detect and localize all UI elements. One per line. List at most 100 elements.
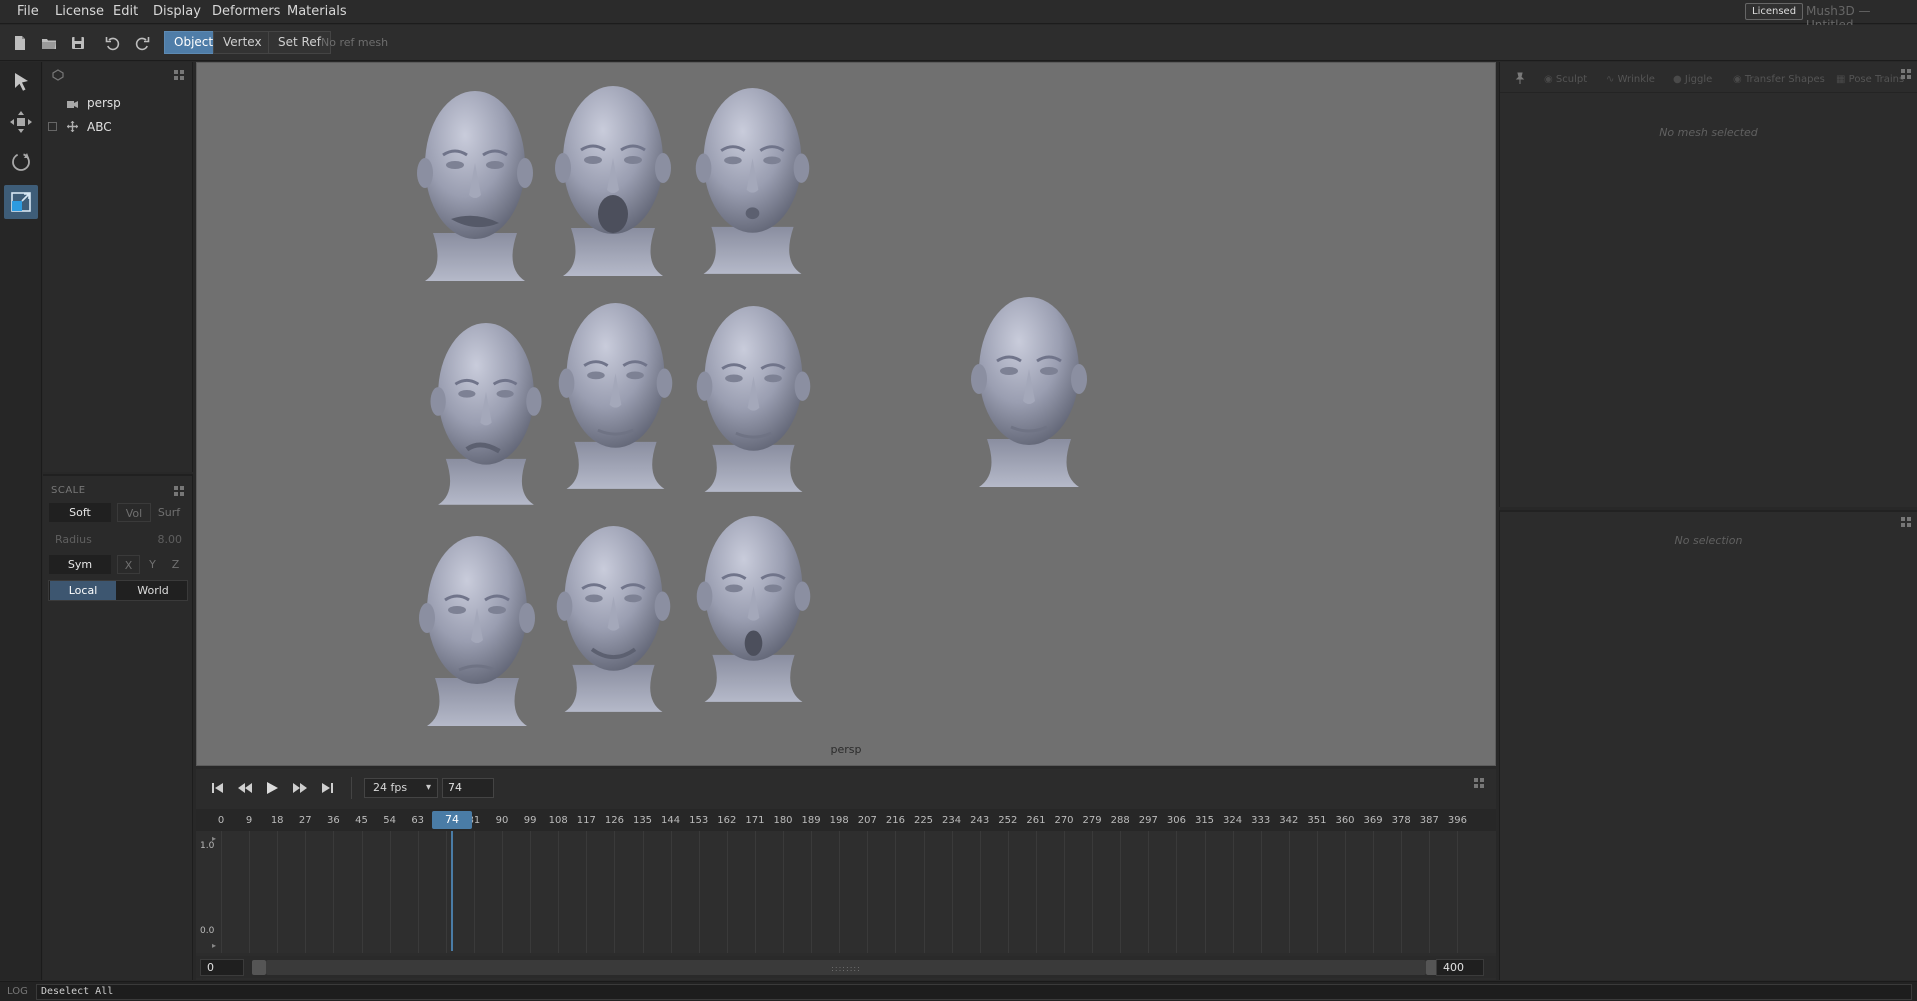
sym-y-toggle[interactable]: Y [141,555,164,574]
range-start-handle[interactable] [252,960,266,975]
frame-tick-label: 315 [1194,815,1215,826]
properties-panel: ◉ Sculpt ∿ Wrinkle ● Jiggle ◉ Transfer S… [1499,62,1917,507]
range-end-input[interactable]: 400 [1436,959,1484,976]
step-forward-icon[interactable] [292,781,308,795]
head-mesh[interactable] [405,83,545,286]
local-space-button[interactable]: Local [50,581,116,600]
current-frame-marker[interactable]: 74 [432,811,473,829]
mode-vertex-button[interactable]: Vertex [213,31,272,54]
menu-display[interactable]: Display [153,4,201,19]
frame-tick-label: 261 [1026,815,1046,826]
tab-jiggle[interactable]: ● Jiggle [1673,74,1712,85]
grid-line [1401,831,1403,953]
surf-toggle[interactable]: Surf [151,503,187,522]
frame-tick-label: 99 [523,815,537,826]
grid-line [979,831,981,953]
range-slider[interactable]: :::::::: [252,960,1440,975]
head-mesh[interactable] [685,298,822,497]
sym-z-toggle[interactable]: Z [164,555,187,574]
rotate-tool[interactable] [4,145,38,179]
grid-line [1232,831,1234,953]
frame-tick-label: 387 [1419,815,1439,826]
grid-line [1457,831,1459,953]
outliner-item-persp[interactable]: persp [43,93,193,113]
menu-license[interactable]: License [55,4,104,19]
frame-tick-label: 54 [383,815,396,826]
radius-value[interactable]: 8.00 [158,533,183,546]
menu-deformers[interactable]: Deformers [212,4,280,19]
grid-line [642,831,644,953]
redo-icon[interactable] [133,34,151,52]
go-to-start-icon[interactable] [210,781,226,795]
playback-controls: 24 fps ▾ 74 [196,769,1496,807]
space-toggle-group: Local World [48,580,188,601]
sym-toggle[interactable]: Sym [49,555,111,574]
save-icon[interactable] [69,34,87,52]
frame-tick-label: 117 [576,815,596,826]
menu-file[interactable]: File [17,4,39,19]
head-mesh[interactable] [959,289,1099,492]
grid-line [1035,831,1037,953]
playhead[interactable] [451,831,454,951]
grid-line [1204,831,1206,953]
tab-sculpt[interactable]: ◉ Sculpt [1544,74,1587,85]
scale-options-icon[interactable] [174,485,186,497]
grid-line [1120,831,1122,953]
go-to-end-icon[interactable] [319,781,335,795]
tab-pose-trains[interactable]: ▦ Pose Trains [1836,74,1904,85]
vol-toggle[interactable]: Vol [117,503,151,522]
grid-line [726,831,728,953]
outliner-item-abc[interactable]: ABC [43,117,193,137]
grid-line [1345,831,1346,953]
frame-ruler[interactable]: 396 387 378 369 360 351 342 333 324 315 306 297 288 2… [196,809,1496,831]
frame-tick-label: 396 [1447,815,1467,826]
grid-line [1288,831,1290,953]
curve-graph[interactable]: 1.0 0.0 ▸ ▸ [196,831,1496,953]
sym-x-toggle[interactable]: X [117,555,140,574]
menu-edit[interactable]: Edit [113,4,138,19]
head-mesh[interactable] [685,508,822,707]
scale-icon [11,192,31,212]
properties-options-icon[interactable] [1901,68,1913,80]
selection-options-icon[interactable] [1901,516,1913,528]
head-mesh[interactable] [545,518,682,717]
frame-tick-label: 27 [298,815,312,826]
y-min-label: 0.0 [200,926,215,936]
drag-grip-icon[interactable]: :::::::: [831,964,861,973]
frame-tick-label: 180 [773,815,793,826]
fps-value: 24 fps [373,781,408,794]
new-file-icon[interactable] [11,34,29,52]
head-mesh[interactable] [419,315,553,510]
step-back-icon[interactable] [237,781,253,795]
range-start-input[interactable]: 0 [200,959,244,976]
soft-toggle[interactable]: Soft [49,503,111,522]
play-icon[interactable] [264,781,280,795]
tab-transfer-shapes[interactable]: ◉ Transfer Shapes [1733,74,1825,85]
pin-icon[interactable] [1514,72,1526,84]
frame-tick-label: 351 [1307,815,1327,826]
empty-state-top: No mesh selected [1659,126,1758,139]
timeline-options-icon[interactable] [1474,777,1486,789]
viewport[interactable]: persp [196,62,1496,766]
fps-select[interactable]: 24 fps ▾ [364,778,438,798]
grid-line [277,831,279,953]
head-mesh[interactable] [407,528,547,731]
head-mesh[interactable] [684,80,821,279]
open-folder-icon[interactable] [40,34,58,52]
grid-line [1007,831,1009,953]
select-tool[interactable] [4,65,38,99]
scale-tool[interactable] [4,185,38,219]
frame-tick-label: 243 [970,815,990,826]
undo-icon[interactable] [104,34,122,52]
head-mesh[interactable] [543,78,683,281]
current-frame-input[interactable]: 74 [442,778,494,798]
move-tool[interactable] [4,105,38,139]
expand-toggle-icon[interactable] [48,122,57,131]
grid-line [895,831,897,953]
world-space-button[interactable]: World [119,581,187,600]
camera-icon [67,98,78,108]
outliner-options-icon[interactable] [174,69,186,81]
tab-wrinkle[interactable]: ∿ Wrinkle [1606,74,1655,85]
menu-materials[interactable]: Materials [287,4,347,19]
head-mesh[interactable] [547,295,684,494]
